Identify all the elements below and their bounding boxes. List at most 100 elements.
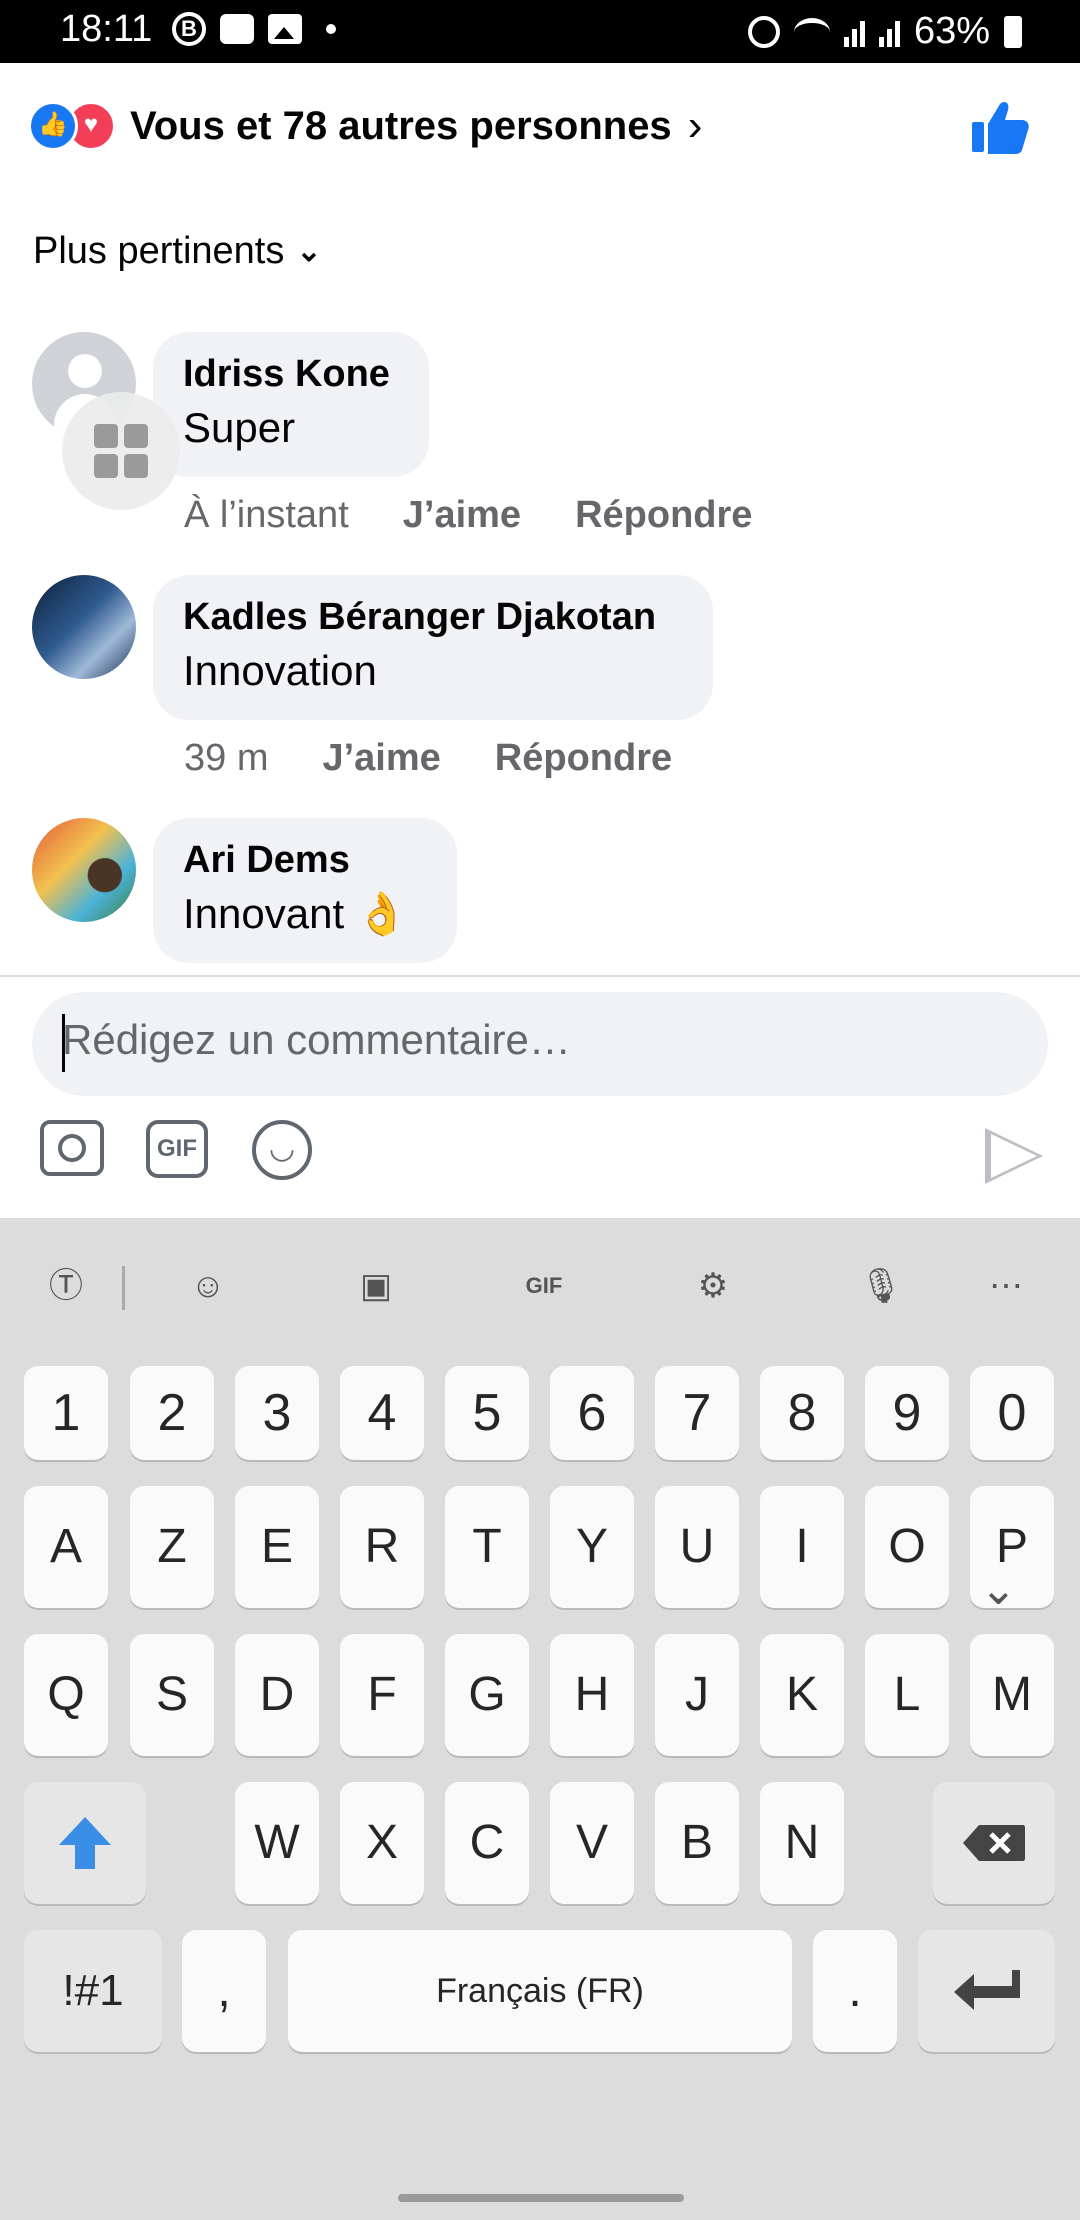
comment-actions: 39 m J’aime Répondre bbox=[184, 737, 672, 780]
key-q[interactable]: Q bbox=[24, 1634, 108, 1756]
comma-key[interactable]: , bbox=[182, 1930, 266, 2052]
key-j[interactable]: J bbox=[655, 1634, 739, 1756]
backspace-icon bbox=[963, 1825, 1025, 1861]
comment-bubble[interactable]: Idriss Kone Super bbox=[153, 332, 429, 477]
shift-key[interactable] bbox=[24, 1782, 146, 1904]
gif-icon[interactable]: GIF bbox=[146, 1120, 208, 1178]
comment-like-button[interactable]: J’aime bbox=[322, 737, 440, 780]
key-4[interactable]: 4 bbox=[340, 1366, 424, 1460]
comment-reply-button[interactable]: Répondre bbox=[495, 737, 672, 780]
key-c[interactable]: C bbox=[445, 1782, 529, 1904]
comment-actions: À l’instant J’aime Répondre bbox=[184, 494, 752, 537]
comment-bubble[interactable]: Kadles Béranger Djakotan Innovation bbox=[153, 575, 713, 720]
enter-key[interactable] bbox=[918, 1930, 1055, 2052]
reactions-summary-text: Vous et 78 autres personnes bbox=[130, 103, 672, 148]
space-key[interactable]: Français (FR) bbox=[288, 1930, 792, 2052]
divider bbox=[0, 975, 1080, 977]
image-notification-icon bbox=[268, 14, 302, 44]
like-reaction-icon: 👍 bbox=[28, 101, 78, 151]
comment-author[interactable]: Idriss Kone bbox=[183, 352, 399, 396]
send-icon[interactable] bbox=[985, 1128, 1043, 1184]
chat-notification-icon bbox=[220, 14, 254, 44]
key-z[interactable]: Z bbox=[130, 1486, 214, 1608]
toolbar-divider bbox=[122, 1266, 125, 1310]
wifi-icon bbox=[793, 17, 830, 46]
key-i[interactable]: I bbox=[760, 1486, 844, 1608]
key-1[interactable]: 1 bbox=[24, 1366, 108, 1460]
battery-percent: 63% bbox=[913, 10, 990, 52]
key-b[interactable]: B bbox=[655, 1782, 739, 1904]
key-y[interactable]: Y bbox=[550, 1486, 634, 1608]
microphone-icon[interactable]: 🎙 bbox=[853, 1258, 909, 1314]
comment-like-button[interactable]: J’aime bbox=[403, 494, 521, 537]
signal-icon-2 bbox=[878, 17, 900, 47]
key-w[interactable]: W bbox=[235, 1782, 319, 1904]
floating-apps-grid-icon[interactable] bbox=[62, 392, 180, 510]
key-r[interactable]: R bbox=[340, 1486, 424, 1608]
key-7[interactable]: 7 bbox=[655, 1366, 739, 1460]
key-s[interactable]: S bbox=[130, 1634, 214, 1756]
settings-gear-icon[interactable]: ⚙ bbox=[685, 1258, 741, 1314]
key-2[interactable]: 2 bbox=[130, 1366, 214, 1460]
translate-icon[interactable]: Ⓣ bbox=[38, 1258, 94, 1314]
key-f[interactable]: F bbox=[340, 1634, 424, 1756]
comment-bubble[interactable]: Ari Dems Innovant 👌 bbox=[153, 818, 457, 963]
comment-text: Innovant 👌 bbox=[183, 890, 409, 937]
b-badge-icon: B bbox=[172, 12, 206, 46]
comment-reply-button[interactable]: Répondre bbox=[575, 494, 752, 537]
key-v[interactable]: V bbox=[550, 1782, 634, 1904]
comment-time: 39 m bbox=[184, 737, 269, 779]
key-9[interactable]: 9 bbox=[865, 1366, 949, 1460]
sort-dropdown[interactable]: Plus pertinents ⌄ bbox=[33, 230, 322, 273]
key-3[interactable]: 3 bbox=[235, 1366, 319, 1460]
key-e[interactable]: E bbox=[235, 1486, 319, 1608]
more-options-icon[interactable]: ⋯ bbox=[978, 1258, 1034, 1314]
emoji-icon[interactable]: ◡ bbox=[252, 1120, 312, 1180]
key-a[interactable]: A bbox=[24, 1486, 108, 1608]
enter-icon bbox=[954, 1970, 1020, 2010]
period-key[interactable]: . bbox=[813, 1930, 897, 2052]
backspace-key[interactable] bbox=[933, 1782, 1055, 1904]
keyboard-toolbar: Ⓣ ☺ ▣ GIF ⚙ 🎙 ⋯ bbox=[0, 1218, 1080, 1348]
key-u[interactable]: U bbox=[655, 1486, 739, 1608]
comment-author[interactable]: Ari Dems bbox=[183, 838, 427, 882]
battery-icon bbox=[1004, 15, 1022, 48]
comment-author[interactable]: Kadles Béranger Djakotan bbox=[183, 595, 683, 639]
reactions-summary[interactable]: 👍 ♥ Vous et 78 autres personnes › bbox=[28, 96, 702, 156]
key-6[interactable]: 6 bbox=[550, 1366, 634, 1460]
comment-input[interactable]: Rédigez un commentaire… bbox=[32, 992, 1048, 1096]
key-h[interactable]: H bbox=[550, 1634, 634, 1756]
more-notifications-dot-icon bbox=[326, 24, 336, 34]
emoji-keyboard-icon[interactable]: ☺ bbox=[180, 1258, 236, 1314]
key-d[interactable]: D bbox=[235, 1634, 319, 1756]
signal-icon bbox=[843, 17, 865, 47]
alarm-icon bbox=[747, 15, 780, 48]
status-bar: 18:11 B 63% bbox=[0, 0, 1080, 63]
comment-input-placeholder: Rédigez un commentaire… bbox=[62, 1016, 571, 1063]
key-t[interactable]: T bbox=[445, 1486, 529, 1608]
comment-text: Innovation bbox=[183, 647, 377, 694]
key-5[interactable]: 5 bbox=[445, 1366, 529, 1460]
key-l[interactable]: L bbox=[865, 1634, 949, 1756]
key-m[interactable]: M bbox=[970, 1634, 1054, 1756]
key-n[interactable]: N bbox=[760, 1782, 844, 1904]
avatar-ari-dems[interactable] bbox=[32, 818, 136, 922]
status-time: 18:11 bbox=[60, 8, 153, 50]
gif-keyboard-icon[interactable]: GIF bbox=[516, 1258, 572, 1314]
hide-keyboard-chevron-icon[interactable]: ⌄ bbox=[980, 1564, 1017, 1615]
avatar-kadles-beranger-djakotan[interactable] bbox=[32, 575, 136, 679]
chevron-down-icon: ⌄ bbox=[296, 235, 322, 268]
key-0[interactable]: 0 bbox=[970, 1366, 1054, 1460]
like-thumb-icon[interactable] bbox=[968, 96, 1032, 160]
key-g[interactable]: G bbox=[445, 1634, 529, 1756]
key-8[interactable]: 8 bbox=[760, 1366, 844, 1460]
key-o[interactable]: O bbox=[865, 1486, 949, 1608]
key-k[interactable]: K bbox=[760, 1634, 844, 1756]
sort-label: Plus pertinents bbox=[33, 230, 285, 272]
sticker-icon[interactable]: ▣ bbox=[348, 1258, 404, 1314]
symbols-key[interactable]: !#1 bbox=[24, 1930, 162, 2052]
camera-icon[interactable] bbox=[40, 1120, 104, 1176]
gesture-nav-pill[interactable] bbox=[398, 2194, 684, 2202]
key-x[interactable]: X bbox=[340, 1782, 424, 1904]
chevron-right-icon: › bbox=[687, 101, 703, 150]
